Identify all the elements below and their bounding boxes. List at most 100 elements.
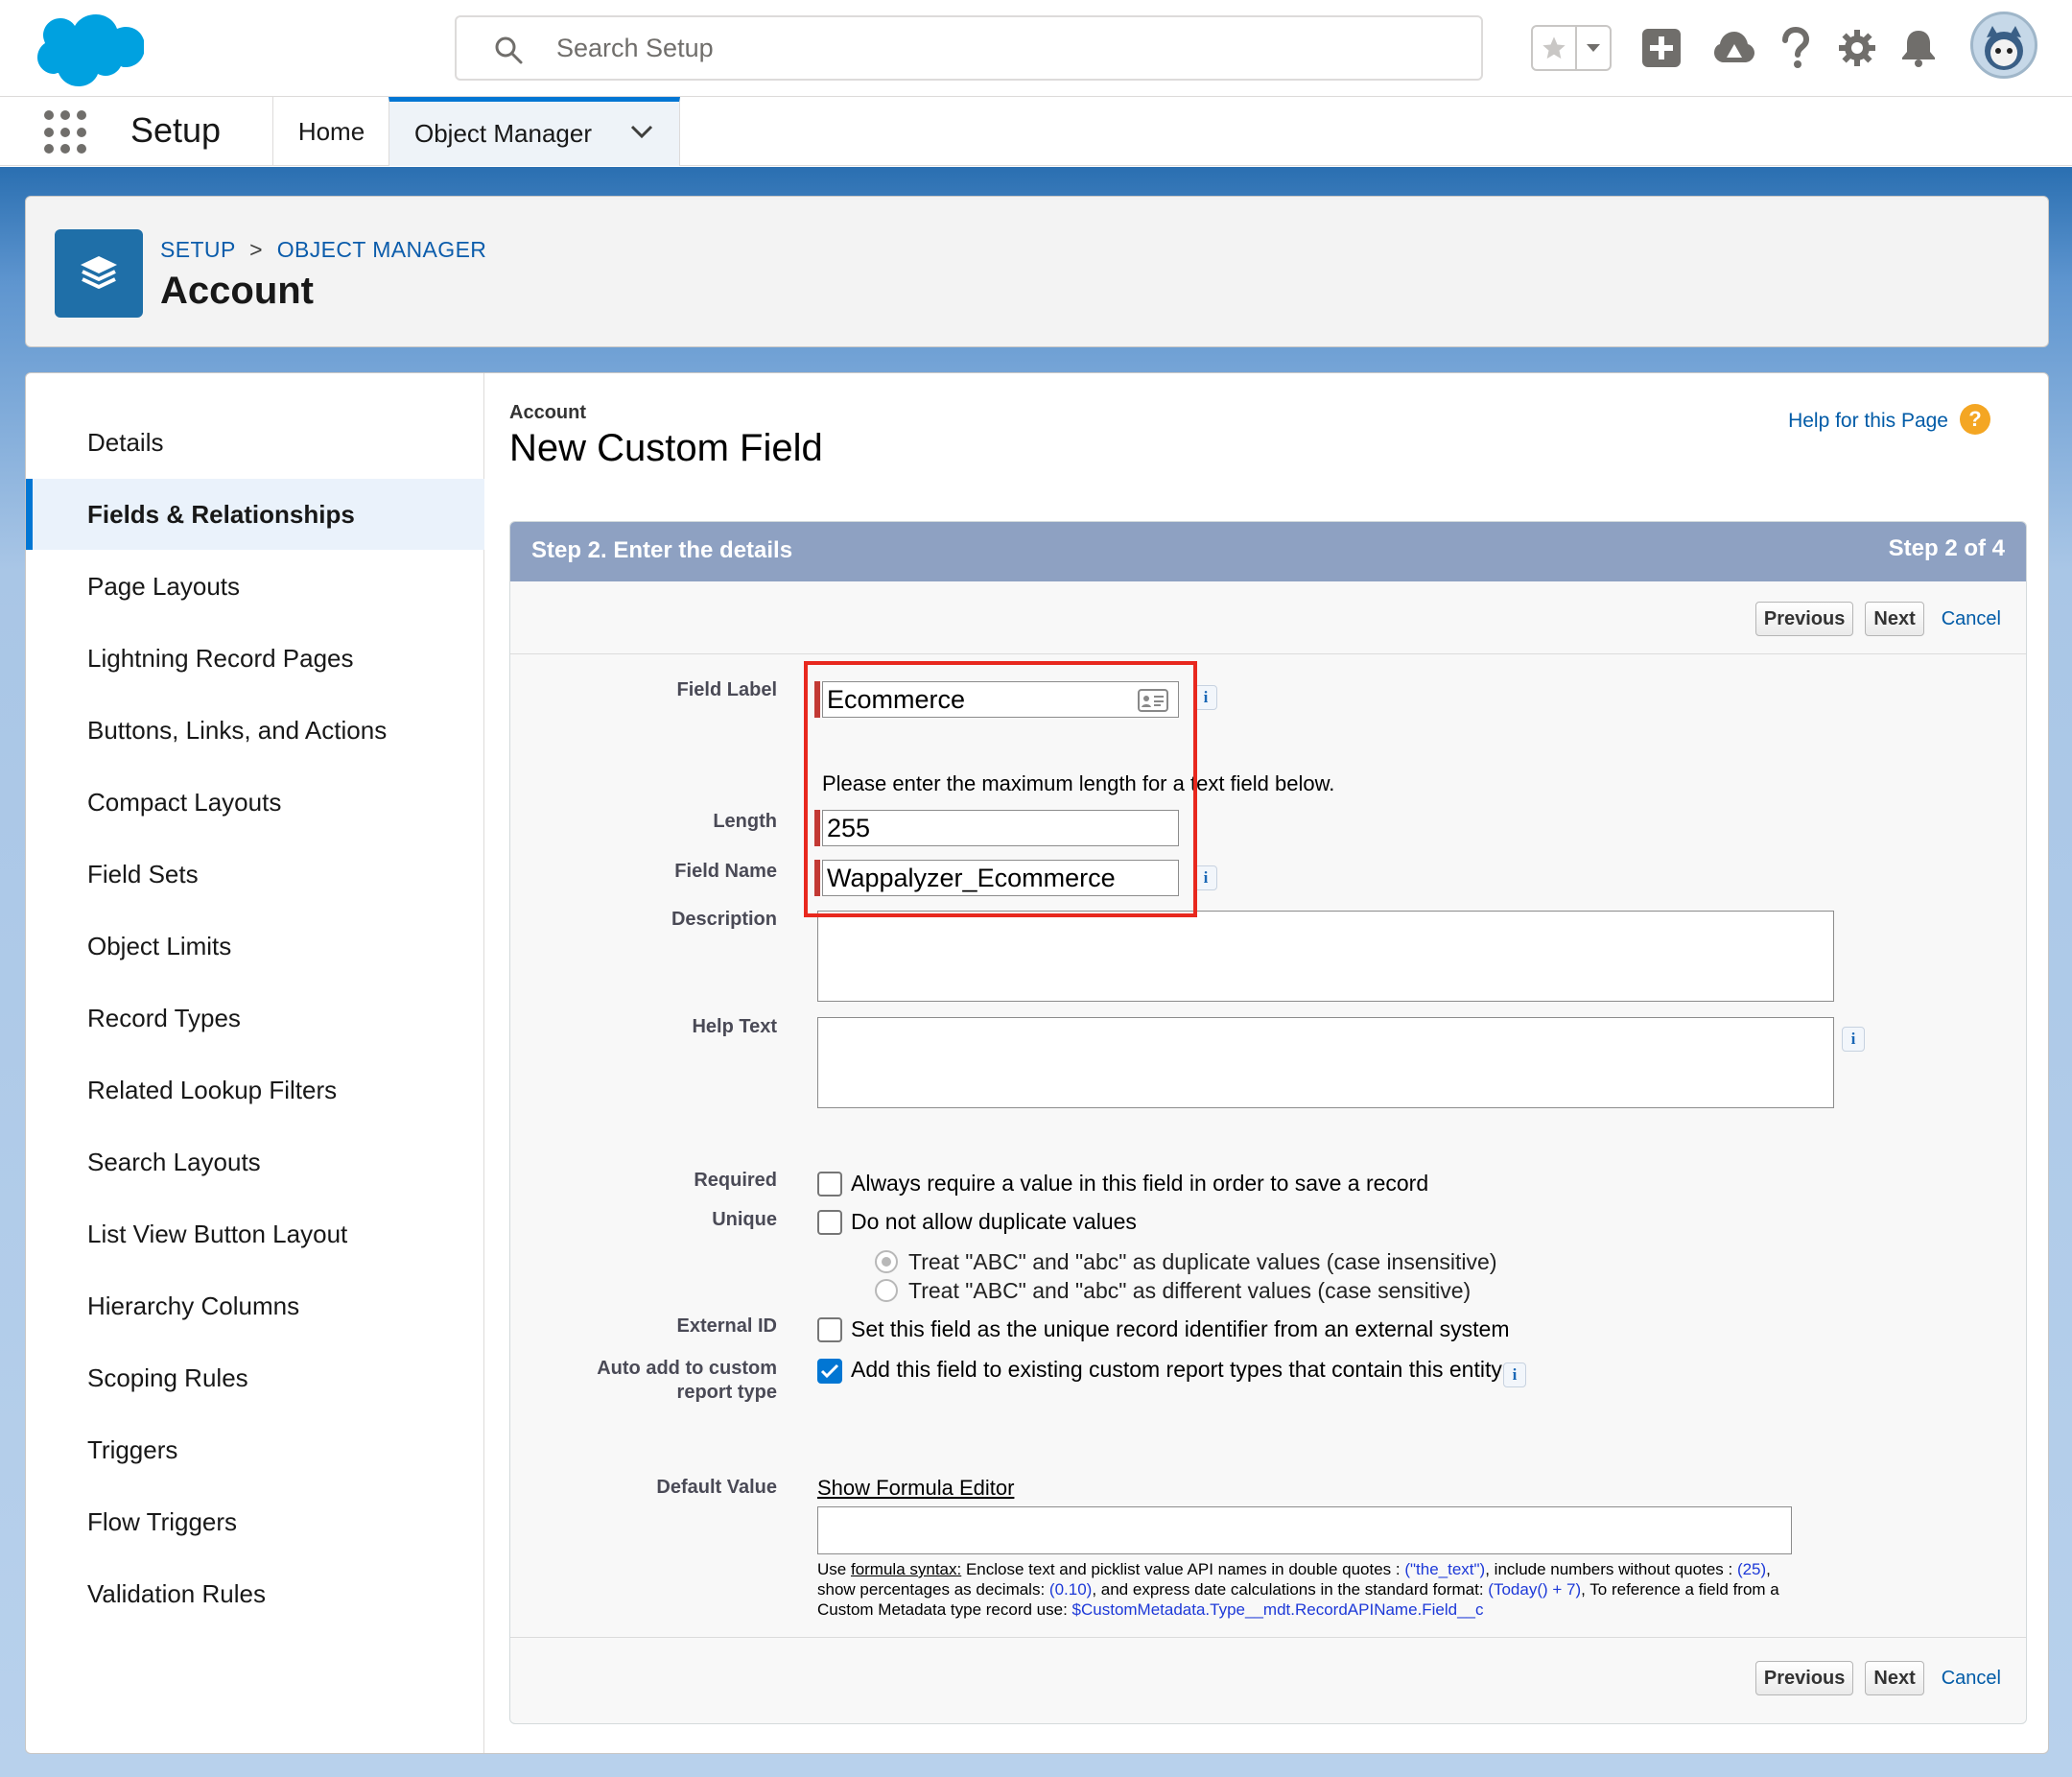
required-checkbox-label: Always require a value in this field in …	[851, 1171, 1429, 1196]
case-insensitive-radio[interactable]	[875, 1250, 898, 1273]
step-panel: Step 2. Enter the details Step 2 of 4 Pr…	[509, 521, 2027, 1724]
auto-add-info-icon[interactable]: i	[1503, 1362, 1526, 1387]
sidebar-item-record-types[interactable]: Record Types	[26, 983, 484, 1054]
required-label: Required	[694, 1170, 777, 1191]
field-name-input[interactable]	[822, 860, 1179, 896]
next-button[interactable]: Next	[1865, 602, 1924, 636]
syntax-text-9: , and express date calculations in the s…	[1092, 1580, 1489, 1599]
search-icon	[495, 36, 523, 64]
field-name-label: Field Name	[674, 861, 777, 882]
sidebar-item-page-layouts[interactable]: Page Layouts	[26, 551, 484, 622]
show-formula-editor-link[interactable]: Show Formula Editor	[817, 1476, 1014, 1501]
length-hint: Please enter the maximum length for a te…	[822, 771, 1335, 795]
help-text-label: Help Text	[692, 1016, 777, 1037]
help-text-textarea[interactable]	[817, 1017, 1834, 1108]
sidebar-item-triggers[interactable]: Triggers	[26, 1414, 484, 1485]
field-label-label: Field Label	[676, 679, 777, 700]
app-name: Setup	[130, 110, 222, 150]
app-launcher-icon[interactable]	[44, 110, 88, 154]
tab-object-manager[interactable]: Object Manager	[388, 97, 680, 166]
case-sensitive-radio[interactable]	[875, 1279, 898, 1302]
field-name-info-icon[interactable]: i	[1194, 865, 1217, 890]
sidebar-item-buttons-links-actions[interactable]: Buttons, Links, and Actions	[26, 695, 484, 766]
sidebar-item-flow-triggers[interactable]: Flow Triggers	[26, 1486, 484, 1557]
help-icon[interactable]: ?	[1960, 404, 1990, 435]
field-label-input[interactable]	[822, 681, 1179, 718]
favorites-group[interactable]	[1531, 25, 1612, 71]
external-id-checkbox[interactable]	[817, 1317, 842, 1342]
breadcrumb-separator: >	[249, 237, 263, 262]
global-header	[0, 0, 2072, 97]
syntax-example-date: (Today() + 7)	[1488, 1580, 1582, 1599]
checkmark-icon	[820, 1363, 839, 1379]
syntax-text-3: Enclose text and picklist value API name…	[961, 1560, 1405, 1578]
cancel-link[interactable]: Cancel	[1942, 608, 2001, 630]
case-sensitive-label: Treat "ABC" and "abc" as different value…	[908, 1278, 1472, 1303]
search-input[interactable]	[556, 25, 1420, 71]
sidebar-item-object-limits[interactable]: Object Limits	[26, 911, 484, 982]
external-id-checkbox-label: Set this field as the unique record iden…	[851, 1316, 1510, 1341]
plus-icon[interactable]	[1638, 25, 1684, 71]
star-icon[interactable]	[1533, 27, 1577, 69]
trailhead-icon[interactable]	[1711, 25, 1757, 71]
syntax-text-5: , include numbers without quotes :	[1485, 1560, 1737, 1578]
sidebar-item-details[interactable]: Details	[26, 407, 484, 478]
sidebar-item-list-view-button-layout[interactable]: List View Button Layout	[26, 1198, 484, 1269]
sidebar-item-lightning-record-pages[interactable]: Lightning Record Pages	[26, 623, 484, 694]
chevron-down-icon[interactable]	[629, 123, 654, 140]
description-label: Description	[671, 909, 777, 930]
page-title: New Custom Field	[509, 427, 823, 469]
field-label-info-icon[interactable]: i	[1194, 685, 1217, 710]
app-navigation: Setup Home Object Manager	[0, 97, 2072, 166]
syntax-text-1: Use	[817, 1560, 851, 1578]
length-label: Length	[713, 811, 777, 832]
description-textarea[interactable]	[817, 911, 1834, 1002]
cancel-link[interactable]: Cancel	[1942, 1668, 2001, 1690]
default-value-textarea[interactable]	[817, 1506, 1792, 1554]
divider	[510, 1637, 2026, 1638]
tab-home[interactable]: Home	[272, 97, 389, 166]
gear-icon[interactable]	[1834, 25, 1880, 71]
sidebar-item-related-lookup-filters[interactable]: Related Lookup Filters	[26, 1054, 484, 1125]
previous-button[interactable]: Previous	[1754, 602, 1854, 636]
auto-add-label-line1: Auto add to custom	[597, 1358, 777, 1379]
sidebar-item-search-layouts[interactable]: Search Layouts	[26, 1126, 484, 1197]
sidebar-item-field-sets[interactable]: Field Sets	[26, 839, 484, 910]
step-count: Step 2 of 4	[1888, 535, 2005, 561]
syntax-example-percent: (0.10)	[1048, 1580, 1093, 1599]
step-header: Step 2. Enter the details Step 2 of 4	[510, 522, 2026, 581]
required-indicator	[814, 810, 820, 846]
default-value-label: Default Value	[656, 1477, 777, 1498]
main-panel: Details Fields & Relationships Page Layo…	[25, 372, 2049, 1754]
formula-syntax-help: Use formula syntax: Enclose text and pic…	[817, 1559, 1796, 1620]
salesforce-logo[interactable]	[29, 10, 145, 90]
unique-checkbox[interactable]	[817, 1210, 842, 1235]
help-for-this-page-link[interactable]: Help for this Page	[1788, 410, 1948, 433]
avatar[interactable]	[1970, 12, 2037, 79]
case-insensitive-label: Treat "ABC" and "abc" as duplicate value…	[908, 1249, 1497, 1274]
auto-add-checkbox[interactable]	[817, 1359, 842, 1384]
sidebar-item-fields-relationships[interactable]: Fields & Relationships	[26, 479, 484, 550]
help-icon[interactable]	[1773, 25, 1819, 71]
sidebar-item-hierarchy-columns[interactable]: Hierarchy Columns	[26, 1270, 484, 1341]
top-button-row: Previous Next Cancel	[1754, 602, 2001, 636]
syntax-example-number: (25)	[1736, 1560, 1767, 1578]
sidebar-item-scoping-rules[interactable]: Scoping Rules	[26, 1342, 484, 1413]
length-input[interactable]	[822, 810, 1179, 846]
sidebar-item-compact-layouts[interactable]: Compact Layouts	[26, 767, 484, 838]
breadcrumb-object-manager[interactable]: OBJECT MANAGER	[277, 237, 487, 262]
auto-add-checkbox-label: Add this field to existing custom report…	[851, 1357, 1502, 1382]
next-button[interactable]: Next	[1865, 1661, 1924, 1695]
bell-icon[interactable]	[1895, 25, 1942, 71]
step-title: Step 2. Enter the details	[531, 537, 793, 563]
formula-syntax-link[interactable]: formula syntax:	[851, 1560, 961, 1578]
global-search[interactable]	[455, 15, 1483, 81]
breadcrumb-setup[interactable]: SETUP	[160, 237, 235, 262]
object-name-label: Account	[509, 402, 586, 423]
sidebar-item-validation-rules[interactable]: Validation Rules	[26, 1558, 484, 1629]
required-checkbox[interactable]	[817, 1172, 842, 1197]
previous-button[interactable]: Previous	[1754, 1661, 1854, 1695]
chevron-down-icon[interactable]	[1577, 27, 1610, 69]
required-indicator	[814, 681, 820, 718]
help-text-info-icon[interactable]: i	[1842, 1027, 1865, 1052]
